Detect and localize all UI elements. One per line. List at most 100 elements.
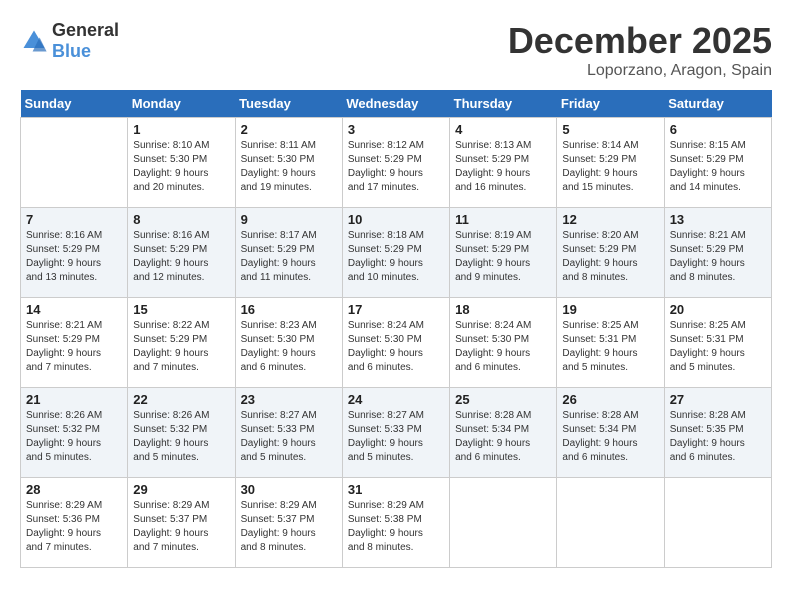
- day-info: Sunrise: 8:14 AM Sunset: 5:29 PM Dayligh…: [562, 139, 658, 195]
- logo: General Blue: [20, 20, 119, 62]
- calendar-cell: 25Sunrise: 8:28 AM Sunset: 5:34 PM Dayli…: [450, 388, 557, 478]
- calendar-table: SundayMondayTuesdayWednesdayThursdayFrid…: [20, 90, 772, 568]
- calendar-cell: 28 Sunrise: 8:29 AM Sunset: 5:36 PM Dayli…: [21, 478, 128, 568]
- calendar-cell: [557, 478, 664, 568]
- calendar-cell: 31Sunrise: 8:29 AM Sunset: 5:38 PM Dayli…: [342, 478, 449, 568]
- day-info: Sunrise: 8:12 AM Sunset: 5:29 PM Dayligh…: [348, 139, 444, 195]
- day-number: 19: [562, 302, 658, 317]
- day-info: Sunrise: 8:21 AM Sunset: 5:29 PM Dayligh…: [670, 229, 766, 285]
- logo-text-general: General: [52, 20, 119, 40]
- calendar-cell: 29 Sunrise: 8:29 AM Sunset: 5:37 PM Dayli…: [128, 478, 235, 568]
- calendar-cell: 20Sunrise: 8:25 AM Sunset: 5:31 PM Dayli…: [664, 298, 771, 388]
- day-number: 29: [133, 482, 229, 497]
- day-number: 5: [562, 122, 658, 137]
- day-of-week-header: Thursday: [450, 90, 557, 118]
- calendar-cell: 13 Sunrise: 8:21 AM Sunset: 5:29 PM Dayli…: [664, 208, 771, 298]
- day-number: 24: [348, 392, 444, 407]
- day-info: Sunrise: 8:19 AM Sunset: 5:29 PM Dayligh…: [455, 229, 551, 285]
- day-number: 16: [241, 302, 337, 317]
- calendar-cell: 18Sunrise: 8:24 AM Sunset: 5:30 PM Dayli…: [450, 298, 557, 388]
- day-number: 10: [348, 212, 444, 227]
- day-info: Sunrise: 8:24 AM Sunset: 5:30 PM Dayligh…: [348, 319, 444, 375]
- day-info: Sunrise: 8:18 AM Sunset: 5:29 PM Dayligh…: [348, 229, 444, 285]
- calendar-cell: 23Sunrise: 8:27 AM Sunset: 5:33 PM Dayli…: [235, 388, 342, 478]
- day-of-week-header: Friday: [557, 90, 664, 118]
- day-number: 7: [26, 212, 122, 227]
- day-info: Sunrise: 8:13 AM Sunset: 5:29 PM Dayligh…: [455, 139, 551, 195]
- page-header: General Blue December 2025 Loporzano, Ar…: [20, 20, 772, 80]
- calendar-cell: 1 Sunrise: 8:10 AM Sunset: 5:30 PM Daylig…: [128, 118, 235, 208]
- day-number: 23: [241, 392, 337, 407]
- day-number: 11: [455, 212, 551, 227]
- calendar-cell: 12 Sunrise: 8:20 AM Sunset: 5:29 PM Dayli…: [557, 208, 664, 298]
- day-info: Sunrise: 8:29 AM Sunset: 5:38 PM Dayligh…: [348, 499, 444, 555]
- day-of-week-header: Tuesday: [235, 90, 342, 118]
- day-number: 15: [133, 302, 229, 317]
- day-info: Sunrise: 8:29 AM Sunset: 5:37 PM Dayligh…: [241, 499, 337, 555]
- calendar-week-row: 14Sunrise: 8:21 AM Sunset: 5:29 PM Dayli…: [21, 298, 772, 388]
- day-number: 6: [670, 122, 766, 137]
- calendar-week-row: 28 Sunrise: 8:29 AM Sunset: 5:36 PM Dayli…: [21, 478, 772, 568]
- day-number: 21: [26, 392, 122, 407]
- logo-icon: [20, 27, 48, 55]
- day-number: 3: [348, 122, 444, 137]
- calendar-cell: 11 Sunrise: 8:19 AM Sunset: 5:29 PM Dayli…: [450, 208, 557, 298]
- day-number: 2: [241, 122, 337, 137]
- day-number: 9: [241, 212, 337, 227]
- calendar-cell: 24 Sunrise: 8:27 AM Sunset: 5:33 PM Dayli…: [342, 388, 449, 478]
- day-info: Sunrise: 8:29 AM Sunset: 5:36 PM Dayligh…: [26, 499, 122, 555]
- day-number: 1: [133, 122, 229, 137]
- day-info: Sunrise: 8:29 AM Sunset: 5:37 PM Dayligh…: [133, 499, 229, 555]
- day-number: 4: [455, 122, 551, 137]
- day-number: 28: [26, 482, 122, 497]
- day-of-week-header: Monday: [128, 90, 235, 118]
- calendar-cell: 9 Sunrise: 8:17 AM Sunset: 5:29 PM Daylig…: [235, 208, 342, 298]
- calendar-week-row: 1 Sunrise: 8:10 AM Sunset: 5:30 PM Daylig…: [21, 118, 772, 208]
- calendar-week-row: 21 Sunrise: 8:26 AM Sunset: 5:32 PM Dayli…: [21, 388, 772, 478]
- day-info: Sunrise: 8:16 AM Sunset: 5:29 PM Dayligh…: [133, 229, 229, 285]
- day-info: Sunrise: 8:17 AM Sunset: 5:29 PM Dayligh…: [241, 229, 337, 285]
- day-info: Sunrise: 8:28 AM Sunset: 5:34 PM Dayligh…: [562, 409, 658, 465]
- calendar-cell: [664, 478, 771, 568]
- day-of-week-header: Wednesday: [342, 90, 449, 118]
- day-info: Sunrise: 8:27 AM Sunset: 5:33 PM Dayligh…: [348, 409, 444, 465]
- calendar-cell: 7Sunrise: 8:16 AM Sunset: 5:29 PM Daylig…: [21, 208, 128, 298]
- day-info: Sunrise: 8:26 AM Sunset: 5:32 PM Dayligh…: [26, 409, 122, 465]
- calendar-cell: 14Sunrise: 8:21 AM Sunset: 5:29 PM Dayli…: [21, 298, 128, 388]
- day-info: Sunrise: 8:28 AM Sunset: 5:35 PM Dayligh…: [670, 409, 766, 465]
- calendar-cell: [450, 478, 557, 568]
- calendar-cell: 3 Sunrise: 8:12 AM Sunset: 5:29 PM Daylig…: [342, 118, 449, 208]
- day-number: 13: [670, 212, 766, 227]
- day-number: 8: [133, 212, 229, 227]
- calendar-header-row: SundayMondayTuesdayWednesdayThursdayFrid…: [21, 90, 772, 118]
- day-info: Sunrise: 8:10 AM Sunset: 5:30 PM Dayligh…: [133, 139, 229, 195]
- day-info: Sunrise: 8:21 AM Sunset: 5:29 PM Dayligh…: [26, 319, 122, 375]
- calendar-cell: 5 Sunrise: 8:14 AM Sunset: 5:29 PM Daylig…: [557, 118, 664, 208]
- day-info: Sunrise: 8:20 AM Sunset: 5:29 PM Dayligh…: [562, 229, 658, 285]
- calendar-cell: 16 Sunrise: 8:23 AM Sunset: 5:30 PM Dayli…: [235, 298, 342, 388]
- day-number: 30: [241, 482, 337, 497]
- calendar-cell: 30 Sunrise: 8:29 AM Sunset: 5:37 PM Dayli…: [235, 478, 342, 568]
- day-number: 12: [562, 212, 658, 227]
- day-info: Sunrise: 8:28 AM Sunset: 5:34 PM Dayligh…: [455, 409, 551, 465]
- day-number: 27: [670, 392, 766, 407]
- day-info: Sunrise: 8:25 AM Sunset: 5:31 PM Dayligh…: [670, 319, 766, 375]
- day-number: 17: [348, 302, 444, 317]
- day-info: Sunrise: 8:26 AM Sunset: 5:32 PM Dayligh…: [133, 409, 229, 465]
- day-info: Sunrise: 8:23 AM Sunset: 5:30 PM Dayligh…: [241, 319, 337, 375]
- title-area: December 2025 Loporzano, Aragon, Spain: [508, 20, 772, 80]
- calendar-cell: 8 Sunrise: 8:16 AM Sunset: 5:29 PM Daylig…: [128, 208, 235, 298]
- calendar-cell: 17 Sunrise: 8:24 AM Sunset: 5:30 PM Dayli…: [342, 298, 449, 388]
- calendar-cell: 4 Sunrise: 8:13 AM Sunset: 5:29 PM Daylig…: [450, 118, 557, 208]
- calendar-cell: [21, 118, 128, 208]
- day-info: Sunrise: 8:15 AM Sunset: 5:29 PM Dayligh…: [670, 139, 766, 195]
- calendar-cell: 26 Sunrise: 8:28 AM Sunset: 5:34 PM Dayli…: [557, 388, 664, 478]
- day-of-week-header: Saturday: [664, 90, 771, 118]
- calendar-cell: 19Sunrise: 8:25 AM Sunset: 5:31 PM Dayli…: [557, 298, 664, 388]
- day-of-week-header: Sunday: [21, 90, 128, 118]
- day-number: 26: [562, 392, 658, 407]
- calendar-cell: 10 Sunrise: 8:18 AM Sunset: 5:29 PM Dayli…: [342, 208, 449, 298]
- calendar-cell: 6 Sunrise: 8:15 AM Sunset: 5:29 PM Daylig…: [664, 118, 771, 208]
- location-title: Loporzano, Aragon, Spain: [508, 62, 772, 80]
- calendar-week-row: 7 Sunrise: 8:16 AM Sunset: 5:29 PM Daylig…: [21, 208, 772, 298]
